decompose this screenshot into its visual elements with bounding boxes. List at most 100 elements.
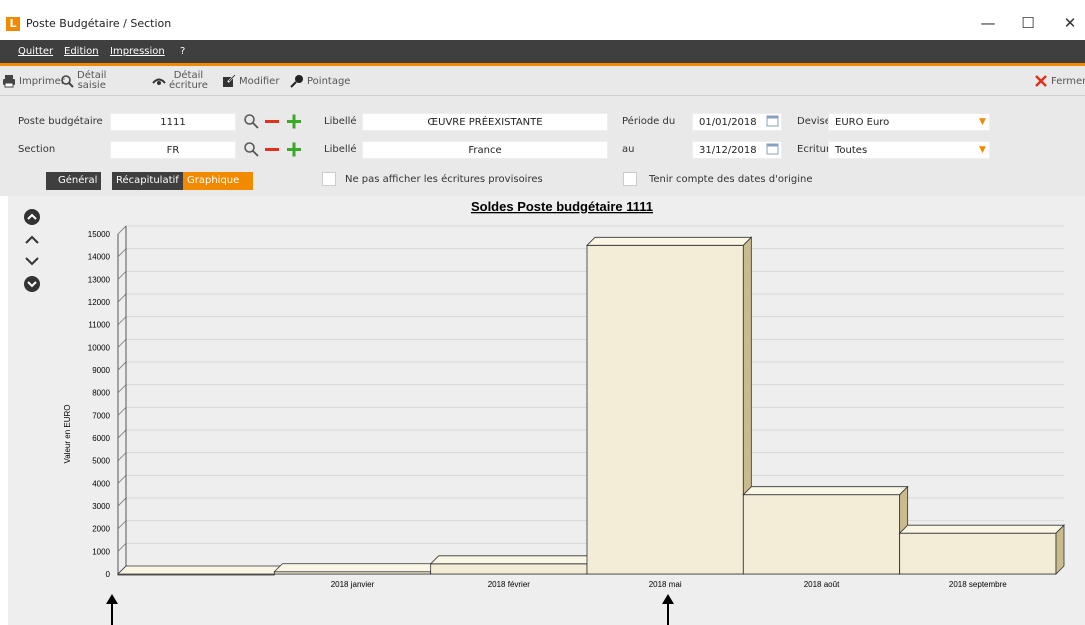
close-form-button[interactable]: Fermer: [1034, 68, 1085, 94]
periode-du-label: Période du: [622, 116, 676, 127]
detail-saisie-label-2: saisie: [77, 80, 106, 91]
x-tick-label: 2018 septembre: [949, 580, 1007, 589]
close-window-button[interactable]: ✕: [1055, 12, 1085, 34]
origine-label: Tenir compte des dates d'origine: [649, 174, 813, 185]
printer-icon: [2, 74, 16, 88]
au-label: au: [622, 144, 635, 155]
pin-icon: [290, 74, 304, 88]
axis-tick-diagonal: [117, 384, 127, 394]
libelle-section-label: Libellé: [324, 144, 357, 155]
y-tick-label: 8000: [92, 389, 110, 398]
bar: [586, 244, 744, 575]
poste-label: Poste budgétaire: [18, 116, 103, 127]
bar: [430, 563, 588, 575]
bar-top: [117, 565, 284, 575]
maximize-button[interactable]: ☐: [1013, 12, 1043, 34]
close-label: Fermer: [1051, 75, 1085, 87]
y-tick-label: 9000: [92, 366, 110, 375]
y-tick-label: 14000: [88, 253, 111, 262]
pointage-label: Pointage: [307, 75, 351, 87]
axis-tick-diagonal: [117, 520, 127, 530]
axis-tick-diagonal: [117, 225, 127, 235]
section-label: Section: [18, 144, 56, 155]
minimize-button[interactable]: —: [973, 12, 1003, 34]
detail-saisie-button[interactable]: Détail saisie: [60, 68, 106, 94]
y-tick-label: 11000: [88, 321, 110, 330]
calendar-from-icon[interactable]: [766, 114, 779, 131]
poste-field[interactable]: 1111: [110, 113, 236, 131]
section-field[interactable]: FR: [110, 141, 236, 159]
calendar-to-icon[interactable]: [766, 142, 779, 159]
y-tick-label: 2000: [92, 525, 110, 534]
annotation-arrow-right: [662, 594, 674, 625]
menu-impression[interactable]: Impression: [110, 46, 165, 57]
y-axis-label: Valeur en EURO: [63, 405, 72, 464]
bar: [899, 532, 1057, 575]
y-tick-label: 10000: [88, 343, 111, 352]
libelle-poste-label: Libellé: [324, 116, 357, 127]
search-section-icon[interactable]: [243, 141, 259, 161]
add-poste-icon[interactable]: [286, 113, 302, 133]
devise-label: Devise: [797, 116, 831, 127]
edit-icon: [222, 74, 236, 88]
axis-tick-diagonal: [117, 316, 127, 326]
y-tick-label: 13000: [88, 275, 111, 284]
remove-section-icon[interactable]: [264, 141, 280, 161]
libelle-poste-field[interactable]: ŒUVRE PRÉEXISTANTE: [362, 113, 608, 131]
detail-ecriture-button[interactable]: Détail écriture: [152, 68, 208, 94]
bar-top: [273, 563, 440, 573]
y-tick-label: 4000: [92, 479, 110, 488]
eye-icon: [152, 74, 166, 88]
y-tick-label: 1000: [92, 547, 110, 556]
bar-top: [898, 524, 1065, 534]
print-button[interactable]: Imprimer: [2, 68, 65, 94]
scroll-bottom-icon[interactable]: [23, 275, 41, 293]
toolbar: Imprimer Détail saisie Détail écriture M…: [0, 66, 1085, 96]
scroll-down-icon[interactable]: [23, 252, 41, 270]
axis-tick-diagonal: [117, 338, 127, 348]
remove-poste-icon[interactable]: [264, 113, 280, 133]
x-tick-label: 2018 janvier: [331, 580, 375, 589]
axis-tick-diagonal: [117, 248, 127, 258]
devise-select[interactable]: EURO Euro: [828, 113, 990, 131]
tab-general[interactable]: Général: [46, 172, 102, 190]
libelle-section-field[interactable]: France: [362, 141, 608, 159]
search-poste-icon[interactable]: [243, 113, 259, 133]
ecritures-dropdown-icon[interactable]: ▼: [979, 142, 986, 158]
y-tick-label: 6000: [92, 434, 110, 443]
axis-tick-diagonal: [117, 452, 127, 462]
scroll-up-icon[interactable]: [23, 231, 41, 249]
provisoires-label: Ne pas afficher les écritures provisoire…: [345, 174, 543, 185]
menu-help[interactable]: ?: [180, 46, 185, 57]
axis-tick-diagonal: [117, 429, 127, 439]
y-tick-label: 0: [106, 570, 111, 579]
devise-dropdown-icon[interactable]: ▼: [979, 114, 986, 130]
budget-bar-chart: Soldes Poste budgétaire 1111 0 1000 2000 300…: [63, 199, 1065, 589]
modify-button[interactable]: Modifier: [222, 68, 279, 94]
modify-label: Modifier: [239, 75, 280, 87]
pointage-button[interactable]: Pointage: [290, 68, 350, 94]
annotation-arrow-left: [106, 594, 118, 625]
axis-tick-diagonal: [117, 542, 127, 552]
bar: [742, 494, 901, 575]
axis-tick-diagonal: [117, 361, 127, 371]
origine-checkbox[interactable]: [623, 172, 637, 186]
menu-edition[interactable]: Edition: [64, 46, 99, 57]
bar-top: [742, 486, 909, 496]
axis-tick-diagonal: [117, 270, 127, 280]
scroll-top-icon[interactable]: [23, 208, 41, 226]
y-tick-label: 3000: [92, 502, 110, 511]
x-tick-label: 2018 mai: [649, 580, 682, 589]
tab-recapitulatif[interactable]: Récapitulatif: [112, 172, 183, 190]
title-bar: L Poste Budgétaire / Section — ☐ ✕: [0, 0, 1085, 40]
tab-graphique[interactable]: Graphique: [183, 172, 253, 190]
add-section-icon[interactable]: [286, 141, 302, 161]
ecritures-select[interactable]: Toutes: [828, 141, 990, 159]
magnifier-icon: [60, 74, 74, 88]
x-tick-label: 2018 février: [488, 580, 531, 589]
axis-tick-diagonal: [117, 293, 127, 303]
menu-bar: Quitter Edition Impression ?: [0, 40, 1085, 66]
menu-quitter[interactable]: Quitter: [18, 46, 53, 57]
provisoires-checkbox[interactable]: [322, 172, 336, 186]
bar-side: [1055, 524, 1065, 575]
